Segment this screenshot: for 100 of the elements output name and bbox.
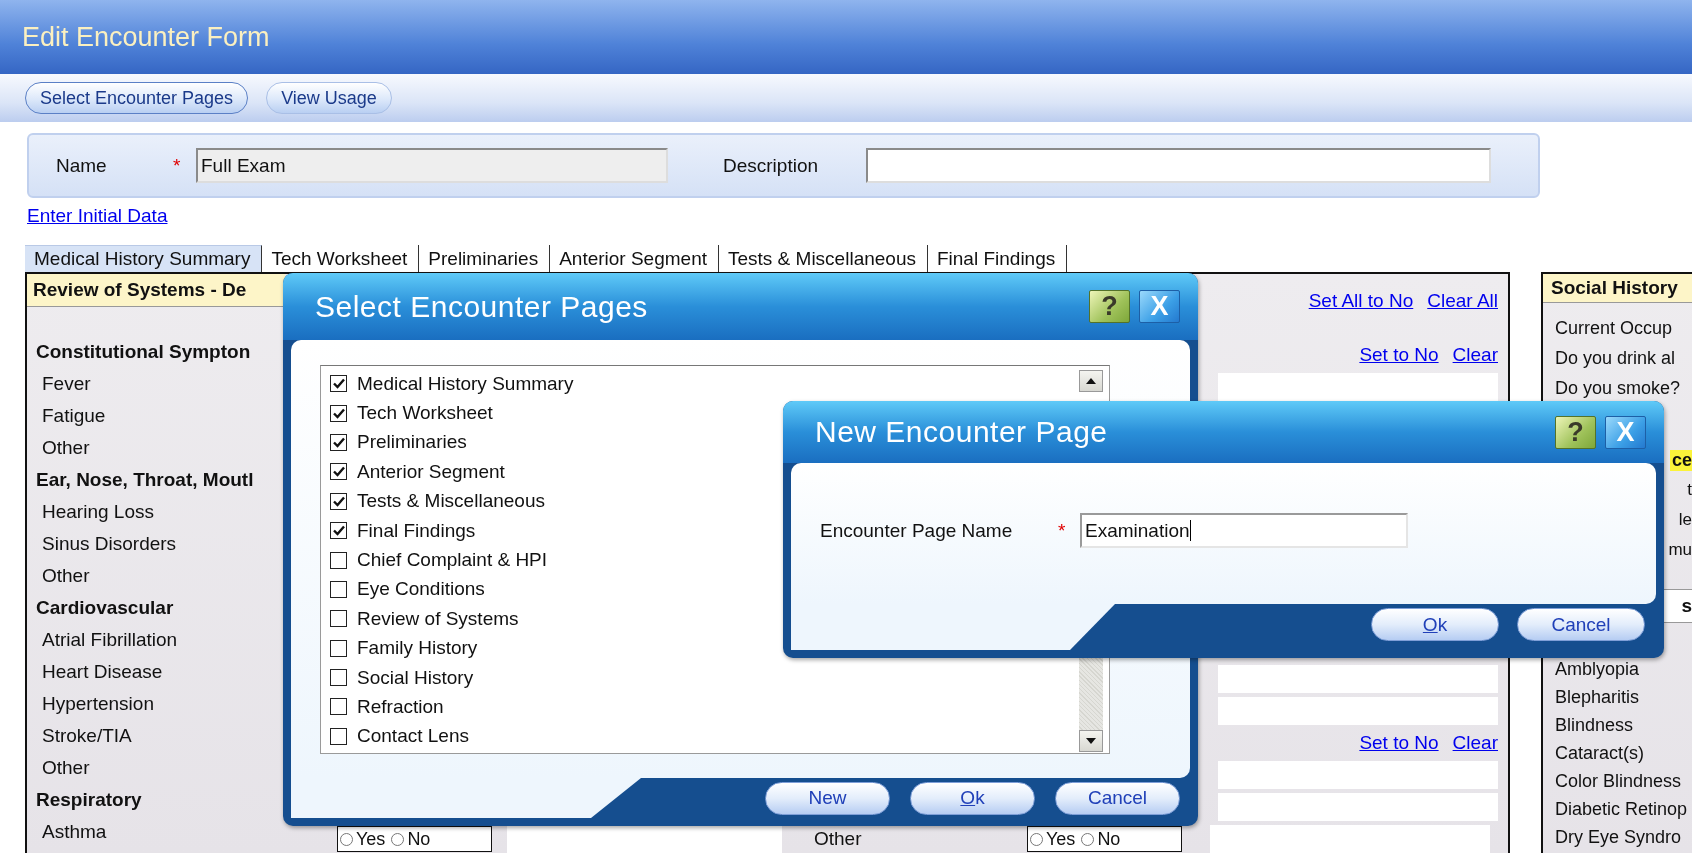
symptom-label: Asthma — [42, 821, 107, 843]
list-item-label[interactable]: Medical History Summary — [357, 372, 574, 395]
panel-title: Review of Systems - De — [27, 274, 285, 307]
check-icon — [332, 378, 345, 390]
list-item-label[interactable]: Review of Systems — [357, 607, 519, 630]
page-name-field[interactable]: Examination — [1080, 513, 1408, 548]
checkbox[interactable] — [330, 639, 347, 657]
scroll-up-button[interactable] — [1079, 370, 1103, 392]
link[interactable]: Clear — [1452, 344, 1498, 366]
question-label: Dry Eye Syndro — [1555, 826, 1682, 848]
dialog-button[interactable]: Cancel — [1517, 608, 1645, 641]
symptom-label: Other — [42, 437, 90, 459]
highlighted-label: ce — [1669, 449, 1692, 471]
question-label: Amblyopia — [1555, 658, 1640, 680]
description-field[interactable] — [866, 148, 1491, 183]
check-icon — [332, 495, 345, 507]
input-field[interactable] — [1218, 793, 1498, 821]
input-field[interactable] — [1218, 697, 1498, 725]
input-field[interactable] — [1218, 373, 1498, 401]
checkbox[interactable] — [330, 669, 347, 687]
symptom-label: Hypertension — [42, 693, 154, 715]
question-label: Cataract(s) — [1555, 742, 1644, 764]
required-mark: * — [173, 154, 182, 177]
list-item-label[interactable]: Social History — [357, 666, 474, 689]
dialog-title: New Encounter Page — [815, 415, 1109, 449]
link[interactable]: Clear All — [1427, 290, 1498, 312]
name-label: Name — [56, 154, 108, 177]
dialog-button[interactable]: New — [765, 781, 890, 815]
description-label: Description — [723, 154, 820, 177]
list-item-label[interactable]: Tech Worksheet — [357, 402, 493, 425]
question-label: Blepharitis — [1555, 686, 1640, 708]
link[interactable]: Set to No — [1359, 732, 1439, 754]
list-item-label[interactable]: Preliminaries — [357, 431, 467, 454]
up-arrow-icon — [1086, 378, 1096, 384]
symptom-label: Other — [42, 757, 90, 779]
checkbox[interactable] — [330, 580, 347, 598]
dialog-button[interactable]: Ok — [1371, 608, 1499, 641]
symptom-label: Atrial Fibrillation — [42, 629, 178, 651]
section-heading: Cardiovascular — [36, 597, 174, 619]
input-field[interactable] — [1218, 665, 1498, 693]
name-field[interactable]: Full Exam — [196, 148, 668, 183]
window-title: Edit Encounter Form — [22, 21, 270, 53]
dialog-button[interactable]: Ok — [910, 781, 1035, 815]
checkbox[interactable] — [330, 404, 347, 422]
symptom-label: Fatigue — [42, 405, 106, 427]
help-button[interactable]: ? — [1089, 290, 1130, 323]
tab[interactable]: Medical History Summary — [25, 245, 263, 272]
question-label: Do you drink al — [1555, 347, 1676, 369]
dialog-button[interactable]: Cancel — [1055, 781, 1180, 815]
symptom-label: Hearing Loss — [42, 501, 154, 523]
checkbox[interactable] — [330, 727, 347, 745]
symptom-label: Sinus Disorders — [42, 533, 177, 555]
symptom-label: Stroke/TIA — [42, 725, 132, 747]
field-label: Encounter Page Name — [820, 519, 1014, 542]
question-label: Do you smoke? — [1555, 377, 1681, 399]
list-item-label[interactable]: Chief Complaint & HPI — [357, 549, 548, 572]
radio-button[interactable]: No — [1081, 828, 1121, 850]
checkbox[interactable] — [330, 492, 347, 510]
list-item-label[interactable]: Eye Conditions — [357, 578, 485, 601]
link[interactable]: Clear — [1452, 732, 1498, 754]
checkbox[interactable] — [330, 610, 347, 628]
input-field[interactable] — [507, 825, 782, 853]
radio-button[interactable]: No — [391, 828, 431, 850]
question-label: Current Occup — [1555, 317, 1673, 339]
symptom-label: Other — [814, 828, 862, 849]
radio-button[interactable]: Yes — [1030, 828, 1076, 850]
section-heading: Respiratory — [36, 789, 142, 811]
checkbox[interactable] — [330, 375, 347, 393]
list-item-label[interactable]: Final Findings — [357, 519, 476, 542]
list-item-label[interactable]: Refraction — [357, 696, 444, 718]
help-button[interactable]: ? — [1555, 415, 1596, 449]
question-label: Color Blindness — [1555, 770, 1682, 792]
input-field[interactable] — [1218, 761, 1498, 789]
checkbox[interactable] — [330, 551, 347, 569]
checkbox[interactable] — [330, 433, 347, 451]
list-item-label[interactable]: Tests & Miscellaneous — [357, 490, 545, 513]
scroll-down-button[interactable] — [1079, 730, 1103, 752]
list-item-label[interactable]: Family History — [357, 637, 478, 660]
link[interactable]: Enter Initial Data — [27, 205, 168, 227]
link[interactable]: Set All to No — [1308, 290, 1414, 312]
required-mark: * — [1058, 519, 1067, 542]
section-heading: Ear, Nose, Throat, Moutl — [36, 469, 254, 491]
check-icon — [332, 407, 345, 419]
down-arrow-icon — [1086, 738, 1096, 744]
radio-button[interactable]: Yes — [340, 828, 386, 850]
list-item-label[interactable]: Anterior Segment — [357, 460, 505, 483]
list-item-label[interactable]: Contact Lens — [357, 725, 469, 748]
toolbar-button[interactable]: View Usage — [266, 82, 392, 114]
checkbox[interactable] — [330, 522, 347, 540]
toolbar-button[interactable]: Select Encounter Pages — [25, 82, 249, 114]
checkbox[interactable] — [330, 463, 347, 481]
input-field[interactable] — [1210, 825, 1490, 853]
question-label: t — [1687, 480, 1692, 500]
link[interactable]: Set to No — [1359, 344, 1439, 366]
check-icon — [332, 466, 345, 478]
check-icon — [332, 525, 345, 537]
checkbox[interactable] — [330, 698, 347, 716]
question-label: Diabetic Retinop — [1555, 798, 1688, 820]
panel-title: Social History — [1543, 274, 1692, 303]
question-label: Blindness — [1555, 714, 1634, 736]
